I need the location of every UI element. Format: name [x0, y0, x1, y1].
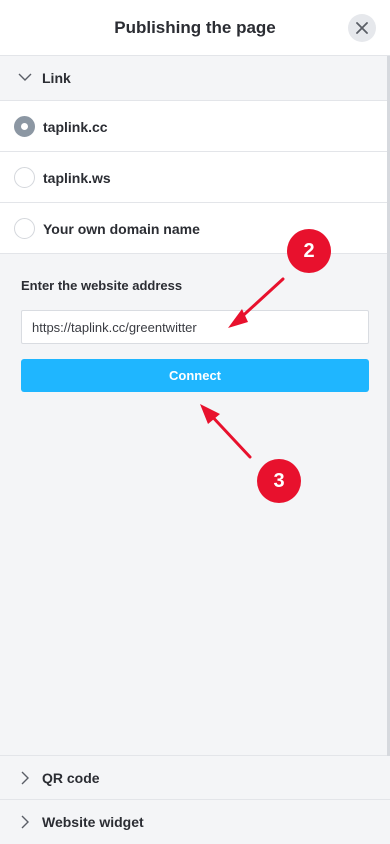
chevron-right-icon — [21, 771, 29, 785]
domain-option-label: Your own domain name — [43, 221, 200, 237]
domain-option-taplink-ws[interactable]: taplink.ws — [0, 152, 390, 203]
close-icon — [356, 22, 368, 34]
website-address-input[interactable] — [21, 310, 369, 344]
radio-unselected[interactable] — [14, 167, 35, 188]
domain-option-taplink-cc[interactable]: taplink.cc — [0, 101, 390, 152]
connect-button[interactable]: Connect — [21, 359, 369, 392]
qr-code-label: QR code — [42, 770, 100, 786]
close-button[interactable] — [348, 14, 376, 42]
step-badge-2: 2 — [287, 229, 331, 273]
link-section-label: Link — [42, 70, 71, 86]
domain-option-label: taplink.cc — [43, 119, 108, 135]
publishing-panel: Publishing the page Link taplink.cc tapl… — [0, 0, 390, 844]
qr-code-section-toggle[interactable]: QR code — [0, 755, 390, 800]
arrow-to-connect — [200, 404, 252, 459]
page-title: Publishing the page — [114, 18, 276, 37]
radio-selected[interactable] — [14, 116, 35, 137]
chevron-right-icon — [21, 815, 29, 829]
website-address-label: Enter the website address — [21, 278, 183, 293]
chevron-down-icon — [18, 73, 32, 81]
website-widget-section-toggle[interactable]: Website widget — [0, 800, 390, 844]
panel-header: Publishing the page — [0, 0, 390, 56]
step-badge-3: 3 — [257, 459, 301, 503]
link-section-toggle[interactable]: Link — [0, 56, 390, 101]
website-widget-label: Website widget — [42, 814, 144, 830]
domain-option-label: taplink.ws — [43, 170, 111, 186]
domain-option-own-domain[interactable]: Your own domain name — [0, 203, 390, 254]
radio-unselected[interactable] — [14, 218, 35, 239]
